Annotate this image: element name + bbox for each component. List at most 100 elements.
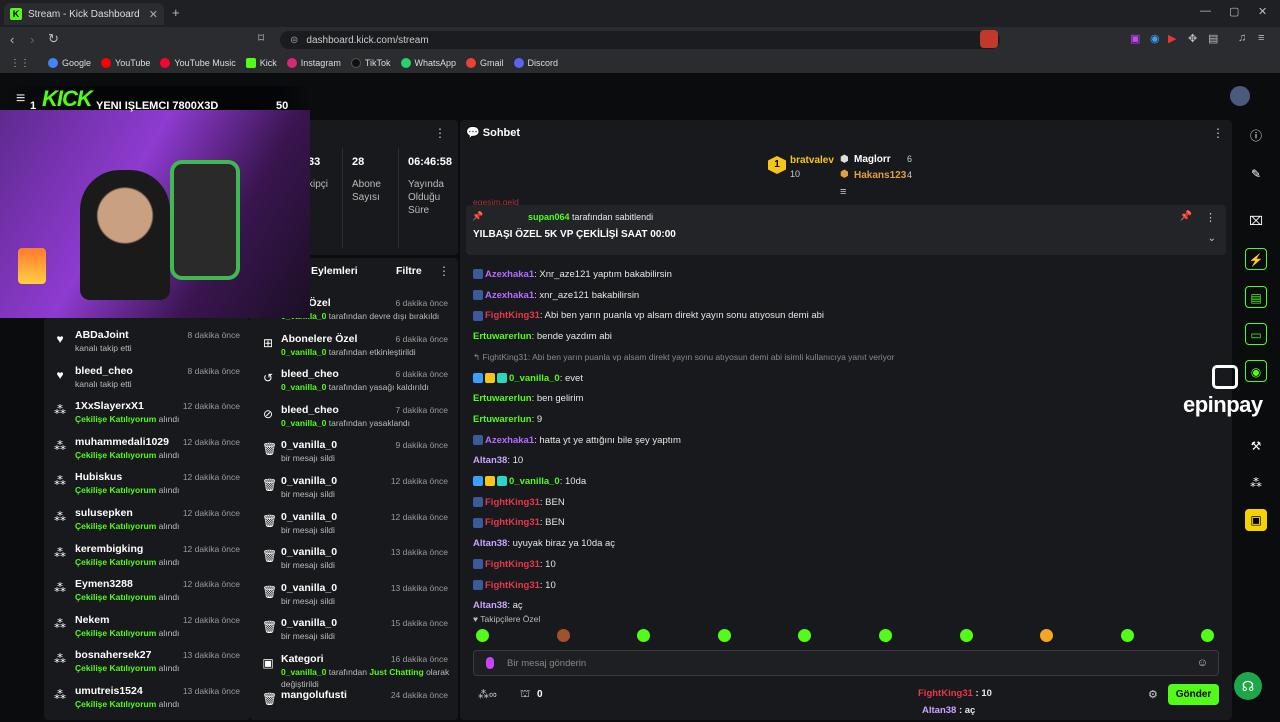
emote-icon[interactable] <box>959 629 973 642</box>
top-gifter-3[interactable]: Hakans123 <box>854 170 906 181</box>
chat-username[interactable]: FightKing31 <box>485 580 540 591</box>
moderation-target[interactable]: bleed_cheo <box>281 404 339 416</box>
chat-username[interactable]: FightKing31 <box>485 517 540 528</box>
moderation-target[interactable]: 0_vanilla_0 <box>281 439 337 451</box>
chat-username[interactable]: Azexhaka1 <box>485 435 534 446</box>
pinned-message[interactable]: 📌 supan064 tarafından sabitlendi YILBAŞI… <box>466 205 1226 255</box>
activity-user[interactable]: 1XxSlayerxX1 <box>75 400 144 412</box>
clapper-icon[interactable]: ▣ <box>1245 509 1267 531</box>
top-gifter-1[interactable]: bratvalev <box>790 155 834 166</box>
chat-settings-icon[interactable]: ⚙ <box>1148 688 1158 701</box>
wrench-icon[interactable]: ⚒ <box>1245 435 1267 457</box>
apps-grid-icon[interactable]: ⋮⋮ <box>10 58 30 69</box>
bookmark-youtube[interactable]: YouTube <box>101 58 150 68</box>
chat-username[interactable]: Ertuwarerlun <box>473 393 532 404</box>
chat-input[interactable]: Bir mesaj gönderin ☺ <box>473 650 1219 676</box>
moderation-target[interactable]: Abonelere Özel <box>281 333 357 345</box>
minimize-icon[interactable]: — <box>1200 5 1211 17</box>
moderation-target[interactable]: 0_vanilla_0 <box>281 546 337 558</box>
moderator-name[interactable]: 0_vanilla_0 <box>281 418 326 428</box>
emote-icon[interactable] <box>556 629 570 642</box>
notes-icon[interactable]: ▤ <box>1245 286 1267 308</box>
broadcast-icon[interactable]: ◉ <box>1245 360 1267 382</box>
activity-user[interactable]: Hubiskus <box>75 471 122 483</box>
user-avatar[interactable] <box>1230 86 1250 106</box>
moderation-target[interactable]: bleed_cheo <box>281 368 339 380</box>
extension-icon[interactable]: ▣ <box>1130 32 1140 45</box>
channel-points-icon[interactable]: ⁂∞ <box>478 688 497 701</box>
bookmark-kick[interactable]: Kick <box>245 58 277 68</box>
chat-bubble-icon[interactable]: ▭ <box>1245 323 1267 345</box>
moderation-target[interactable]: 0_vanilla_0 <box>281 617 337 629</box>
activity-user[interactable]: ABDaJoint <box>75 329 129 341</box>
bookmark-whatsapp[interactable]: WhatsApp <box>400 58 456 68</box>
activity-user[interactable]: muhammedali1029 <box>75 436 169 448</box>
emote-icon[interactable] <box>717 629 731 642</box>
activity-user[interactable]: Nekem <box>75 614 109 626</box>
maximize-icon[interactable]: ▢ <box>1229 5 1239 18</box>
chat-username[interactable]: FightKing31 <box>485 559 540 570</box>
browser-tab[interactable]: K Stream - Kick Dashboard ✕ <box>4 3 164 25</box>
moderator-name[interactable]: 0_vanilla_0 <box>281 382 326 392</box>
activity-user[interactable]: bleed_cheo <box>75 365 133 377</box>
pinned-more-icon[interactable]: ⋮ <box>1205 211 1216 224</box>
moderation-target[interactable]: 0_vanilla_0 <box>281 475 337 487</box>
stats-more-icon[interactable]: ⋮ <box>434 126 446 140</box>
close-window-icon[interactable]: ✕ <box>1258 5 1267 18</box>
chat-username[interactable]: Altan38 <box>473 538 507 549</box>
chat-username[interactable]: Ertuwarerlun <box>473 331 532 342</box>
send-button[interactable]: Gönder <box>1168 684 1219 705</box>
bookmark-icon[interactable]: ⌑ <box>258 31 264 45</box>
brave-shield-icon[interactable] <box>980 30 998 48</box>
bookmark-tiktok[interactable]: TikTok <box>350 58 391 68</box>
playlist-icon[interactable]: ♫ <box>1238 32 1246 44</box>
bookmark-google[interactable]: Google <box>48 58 91 68</box>
site-info-icon[interactable]: ⊜ <box>290 35 298 46</box>
top-gifter-2[interactable]: Maglorr <box>854 154 891 165</box>
emoji-icon[interactable]: ☺ <box>1197 657 1208 669</box>
activity-user[interactable]: sulusepken <box>75 507 133 519</box>
moderator-name[interactable]: 0_vanilla_0 <box>281 347 326 357</box>
moderation-target[interactable]: 0_vanilla_0 <box>281 582 337 594</box>
screen-icon[interactable]: ⌧ <box>1245 210 1267 232</box>
mic-icon[interactable] <box>486 657 494 669</box>
bookmark-instagram[interactable]: Instagram <box>286 58 341 68</box>
activity-user[interactable]: Eymen3288 <box>75 578 133 590</box>
emote-icon[interactable] <box>476 629 489 642</box>
reload-icon[interactable]: ↻ <box>48 31 59 47</box>
sidebar-icon[interactable]: ▤ <box>1208 32 1218 45</box>
chat-username[interactable]: 0_vanilla_0 <box>509 476 560 487</box>
filter-button[interactable]: Filtre <box>396 265 422 277</box>
bookmark-gmail[interactable]: Gmail <box>466 58 504 68</box>
new-tab-icon[interactable]: + <box>172 5 180 20</box>
activity-user[interactable]: umutreis1524 <box>75 685 143 697</box>
edit-icon[interactable]: ✎ <box>1245 163 1267 185</box>
nodes-icon[interactable]: ⁂ <box>1245 472 1267 494</box>
activity-user[interactable]: bosnahersek27 <box>75 649 151 661</box>
close-tab-icon[interactable]: ✕ <box>149 8 158 21</box>
bookmark-discord[interactable]: Discord <box>513 58 558 68</box>
moderator-name[interactable]: 0_vanilla_0 <box>281 667 326 677</box>
extension-2-icon[interactable]: ◉ <box>1150 32 1160 45</box>
chat-username[interactable]: 0_vanilla_0 <box>509 373 560 384</box>
expand-gifters-icon[interactable]: ≡ <box>840 186 846 198</box>
moderation-more-icon[interactable]: ⋮ <box>438 264 450 278</box>
info-icon[interactable]: ⓘ <box>1245 125 1267 147</box>
chat-username[interactable]: FightKing31 <box>485 310 540 321</box>
unpin-icon[interactable]: 📌 <box>1180 211 1192 222</box>
emote-icon[interactable] <box>879 629 892 642</box>
extension-3-icon[interactable]: ▶ <box>1168 32 1176 45</box>
chat-more-icon[interactable]: ⋮ <box>1212 126 1224 140</box>
moderation-target[interactable]: 0_vanilla_0 <box>281 511 337 523</box>
chat-username[interactable]: Ertuwarerlun <box>473 414 532 425</box>
store-icon[interactable]: ⛫ <box>520 688 530 702</box>
moderation-target[interactable]: Kategori <box>281 653 324 665</box>
support-headset-icon[interactable]: ☊ <box>1234 672 1262 700</box>
chevron-down-icon[interactable]: ⌄ <box>1208 233 1216 244</box>
emote-icon[interactable] <box>1120 629 1134 642</box>
url-field[interactable]: ⊜ dashboard.kick.com/stream <box>280 31 1000 49</box>
bookmark-youtube-music[interactable]: YouTube Music <box>160 58 236 68</box>
lightning-icon[interactable]: ⚡ <box>1245 248 1267 270</box>
chat-username[interactable]: Azexhaka1 <box>485 269 534 280</box>
moderation-target[interactable]: mangolufusti <box>281 689 347 701</box>
